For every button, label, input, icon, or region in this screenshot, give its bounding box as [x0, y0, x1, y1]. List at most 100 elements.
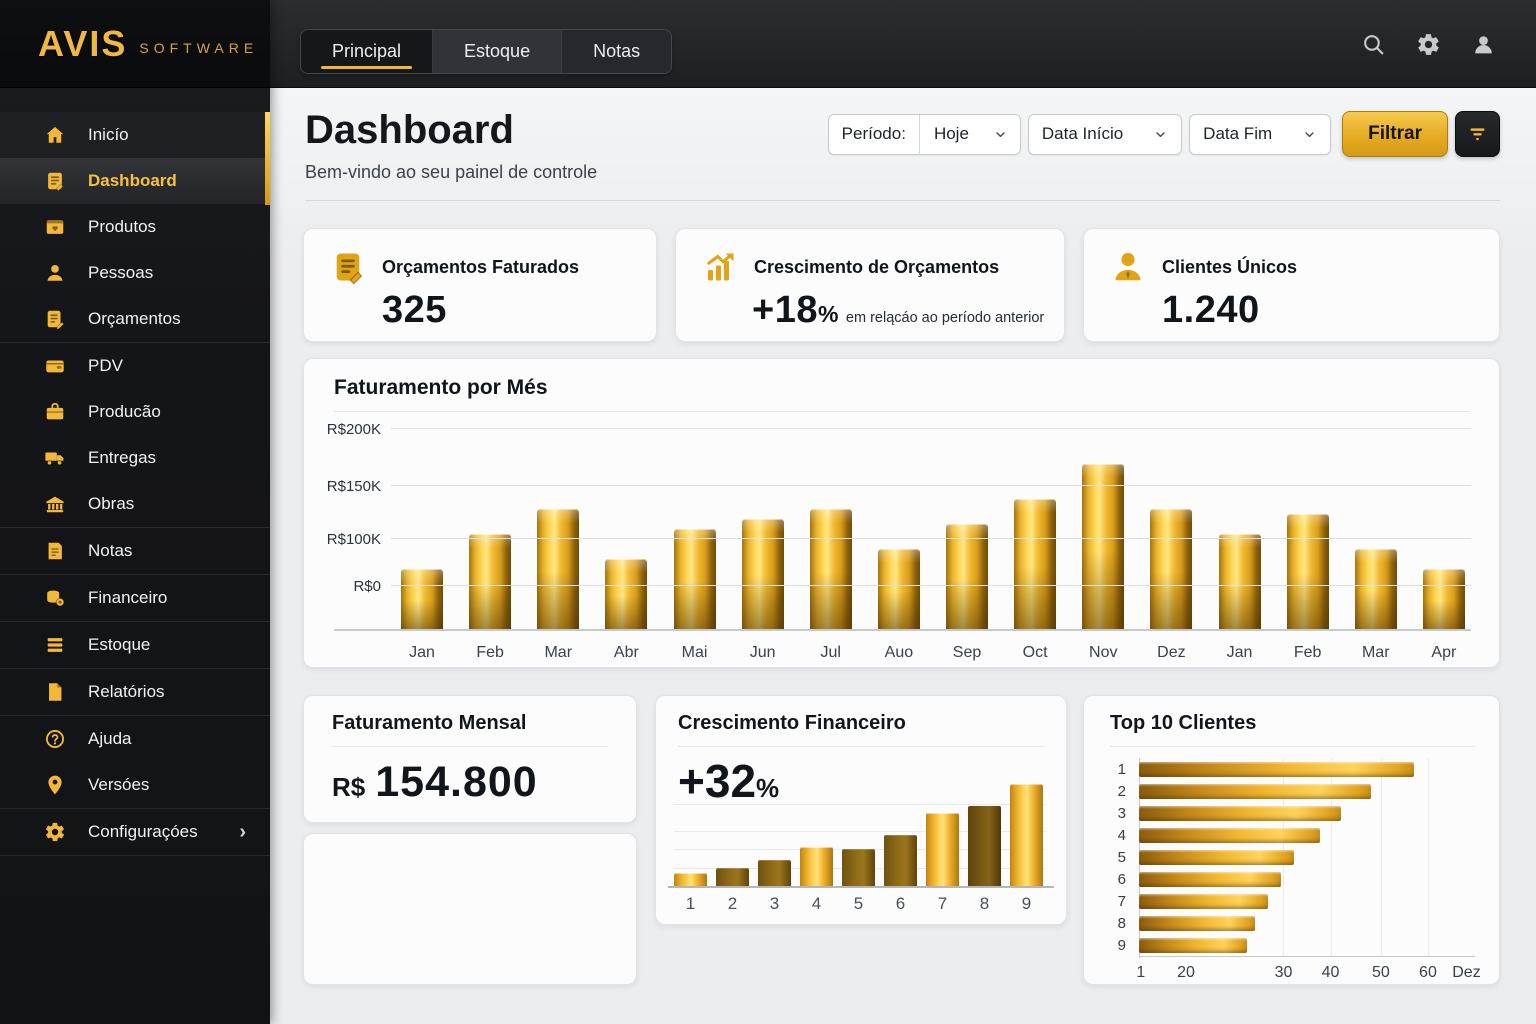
client-rank-label: 2 [1110, 783, 1126, 800]
monthly-revenue-card: Faturamento Mensal R$ 154.800 [303, 695, 637, 823]
client-rank-label: 4 [1110, 827, 1126, 844]
sidebar-item-estoque[interactable]: Estoque [0, 622, 270, 668]
chevron-down-icon [1153, 127, 1168, 142]
filter-funnel-icon [1467, 124, 1488, 145]
sidebar-item-notas[interactable]: Notas [0, 528, 270, 574]
sidebar-item-dashboard[interactable]: Dashboard [0, 158, 270, 204]
chevron-right-icon: › [239, 821, 246, 844]
sidebar-item-relatorios[interactable]: Relatórios [0, 669, 270, 715]
client-bar-2 [1139, 784, 1371, 799]
tab-notas[interactable]: Notas [562, 30, 671, 73]
chart-title: Faturamento por Més [334, 376, 548, 400]
x-tick-label: 7 [926, 894, 959, 914]
sidebar-item-label: Inicío [88, 125, 129, 145]
user-icon[interactable] [1471, 32, 1496, 57]
pin-icon [44, 774, 66, 796]
client-bar-9 [1139, 938, 1247, 953]
sidebar-item-configuracoes[interactable]: Configuraçóes› [0, 809, 270, 855]
bar-group-apr-15: Apr [1423, 429, 1465, 629]
report-icon [44, 681, 66, 703]
bar-group-abr-3: Abr [605, 429, 647, 629]
sidebar-item-produtos[interactable]: Produtos [0, 204, 270, 250]
bar-jun [742, 519, 784, 629]
sidebar-item-pdv[interactable]: PDV [0, 343, 270, 389]
x-tick-label: Mai [665, 644, 725, 662]
stat-value: +18 [752, 289, 818, 332]
growth-bar-group-4: 4 [800, 847, 833, 886]
x-axis-line [668, 886, 1054, 888]
gridline [391, 585, 1471, 586]
client-row-4: 4 [1110, 824, 1475, 846]
bar-group-jun-5: Jun [742, 429, 784, 629]
gridline [391, 538, 1471, 539]
x-tick-label: Jan [392, 644, 452, 662]
search-icon[interactable] [1361, 32, 1386, 57]
bar-apr [1423, 569, 1465, 629]
tab-estoque[interactable]: Estoque [433, 30, 562, 73]
financial-growth-card: Crescimento Financeiro +32 % 123456789 [655, 695, 1067, 925]
sidebar-item-label: Notas [88, 541, 132, 561]
bar-group-mar-2: Mar [537, 429, 579, 629]
trend-up-icon [702, 249, 738, 285]
stat-title: Clientes Únicos [1162, 257, 1297, 278]
x-tick-label: Feb [460, 644, 520, 662]
x-tick-label: 60 [1419, 964, 1437, 982]
empty-card [303, 833, 637, 985]
growth-bar-7 [926, 813, 959, 886]
sidebar-item-pessoas[interactable]: Pessoas [0, 250, 270, 296]
bar-jan [401, 569, 443, 629]
monthly-revenue-value: 154.800 [375, 758, 537, 807]
sidebar-item-label: Orçamentos [88, 309, 181, 329]
growth-bar-1 [674, 873, 707, 886]
sidebar-item-ajuda[interactable]: Ajuda [0, 716, 270, 762]
x-axis-line [1139, 956, 1475, 957]
growth-bar-2 [716, 868, 749, 886]
growth-bar-group-3: 3 [758, 860, 791, 886]
bar-group-auo-7: Auo [878, 429, 920, 629]
x-tick-label: Dez [1452, 964, 1480, 982]
x-tick-label: Sep [937, 644, 997, 662]
sidebar-item-obras[interactable]: Obras [0, 481, 270, 527]
tab-principal[interactable]: Principal [301, 30, 433, 73]
filter-button[interactable]: Filtrar [1342, 111, 1448, 157]
sidebar-item-inicio[interactable]: Inicío [0, 112, 270, 158]
x-tick-label: Jan [1210, 644, 1270, 662]
sidebar-item-producao[interactable]: Producão [0, 389, 270, 435]
sidebar-item-financeiro[interactable]: Financeiro [0, 575, 270, 621]
x-tick-label: 50 [1372, 964, 1390, 982]
advanced-filter-button[interactable] [1455, 111, 1500, 157]
client-row-2: 2 [1110, 780, 1475, 802]
stat-title: Orçamentos Faturados [382, 257, 579, 278]
period-select[interactable]: Hoje [920, 124, 1020, 144]
client-row-8: 8 [1110, 912, 1475, 934]
sidebar-item-entregas[interactable]: Entregas [0, 435, 270, 481]
bar-group-sep-8: Sep [946, 429, 988, 629]
client-rank-label: 3 [1110, 805, 1126, 822]
bar-nov [1082, 464, 1124, 629]
pdv-icon [44, 355, 66, 377]
bar-auo [878, 549, 920, 629]
gear-icon[interactable] [1416, 32, 1441, 57]
growth-bar-8 [968, 806, 1001, 886]
stat-unit: % [818, 301, 839, 328]
client-rank-label: 7 [1110, 893, 1126, 910]
page-subtitle: Bem-vindo ao seu painel de controle [305, 162, 597, 183]
bar-group-oct-9: Oct [1014, 429, 1056, 629]
date-end-select[interactable]: Data Fim [1189, 114, 1331, 155]
client-row-3: 3 [1110, 802, 1475, 824]
header-divider [305, 200, 1500, 201]
sidebar-item-orcamentos[interactable]: Orçamentos [0, 296, 270, 342]
bar-group-feb-13: Feb [1287, 429, 1329, 629]
stack-icon [44, 634, 66, 656]
sidebar-item-label: Entregas [88, 448, 156, 468]
bar-group-feb-1: Feb [469, 429, 511, 629]
date-start-select[interactable]: Data Início [1028, 114, 1182, 155]
divider [334, 411, 1469, 412]
bar-mar [537, 509, 579, 629]
growth-bar-4 [800, 847, 833, 886]
sidebar-item-versoes[interactable]: Versóes [0, 762, 270, 808]
x-tick-label: 9 [1010, 894, 1043, 914]
chevron-down-icon [993, 127, 1008, 142]
client-icon [1110, 249, 1146, 285]
client-bar-8 [1139, 916, 1255, 931]
